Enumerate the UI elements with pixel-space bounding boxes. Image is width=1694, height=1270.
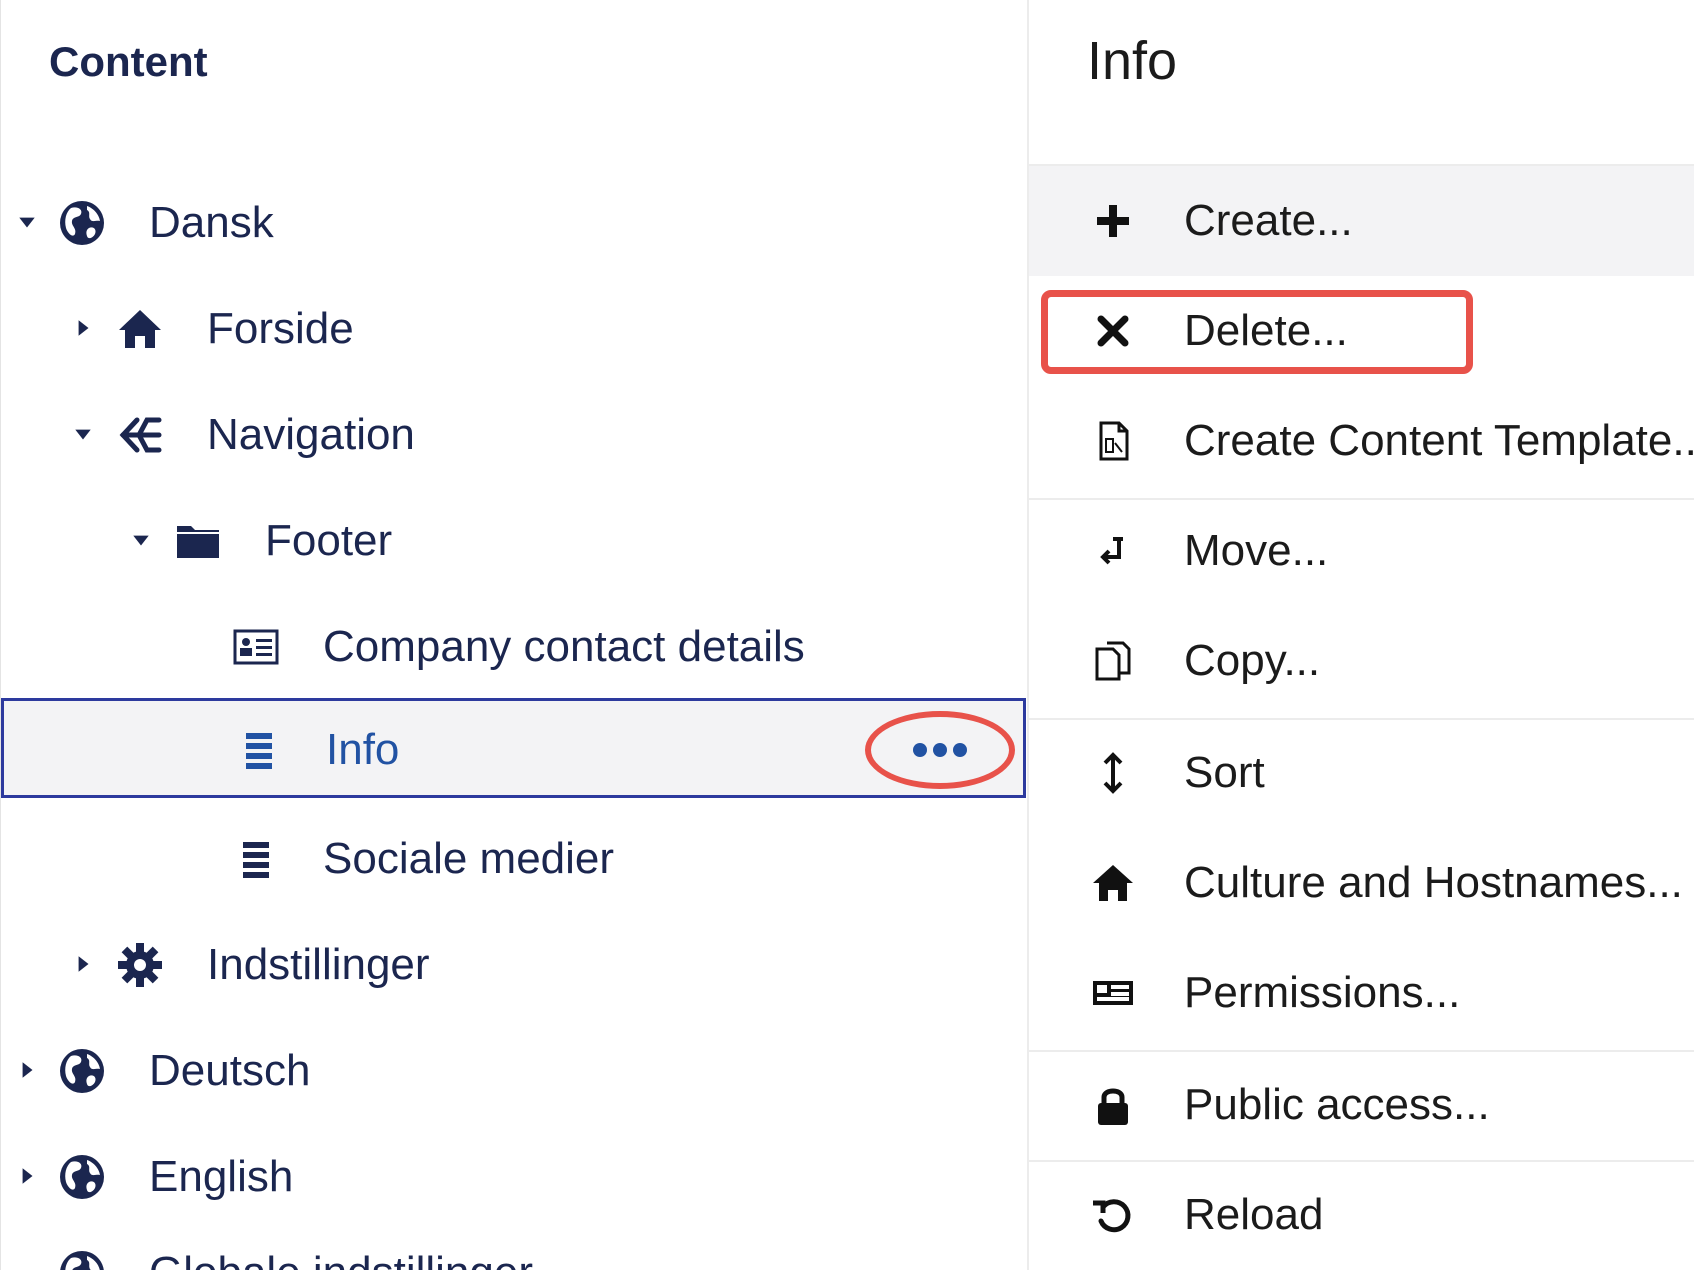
action-label: Move... bbox=[1184, 526, 1329, 575]
tree-item-label: Navigation bbox=[207, 410, 415, 459]
tree-item-navigation[interactable]: Navigation bbox=[1, 384, 1026, 484]
tree-item-info[interactable]: Info bbox=[1, 698, 1026, 798]
action-permissions[interactable]: Permissions... bbox=[1029, 938, 1694, 1048]
tree-item-sociale-medier[interactable]: Sociale medier bbox=[1, 808, 1026, 908]
tree-item-label: English bbox=[149, 1152, 294, 1201]
tree-item-footer[interactable]: Footer bbox=[1, 490, 1026, 590]
list-icon bbox=[229, 832, 283, 886]
caret-down-icon[interactable] bbox=[69, 420, 97, 448]
tree-item-forside[interactable]: Forside bbox=[1, 278, 1026, 378]
action-label: Permissions... bbox=[1184, 968, 1461, 1017]
permissions-icon bbox=[1089, 969, 1137, 1017]
action-create-content-template[interactable]: Create Content Template... bbox=[1029, 386, 1694, 496]
action-move[interactable]: Move... bbox=[1029, 496, 1694, 606]
action-label: Reload bbox=[1184, 1190, 1324, 1239]
tree-item-indstillinger[interactable]: Indstillinger bbox=[1, 914, 1026, 1014]
more-actions-button[interactable] bbox=[865, 711, 1015, 789]
caret-right-icon[interactable] bbox=[13, 1162, 41, 1190]
copy-icon bbox=[1089, 637, 1137, 685]
tree-item-label: Deutsch bbox=[149, 1046, 311, 1095]
globe-icon bbox=[55, 1150, 109, 1204]
ellipsis-icon bbox=[913, 743, 967, 757]
action-label: Culture and Hostnames... bbox=[1184, 858, 1683, 907]
content-tree-panel: Content Dansk Forside Navigation Footer … bbox=[0, 0, 1027, 1270]
move-icon bbox=[1089, 527, 1137, 575]
action-reload[interactable]: Reload bbox=[1029, 1160, 1694, 1270]
actions-panel: Info Create... Delete... Create Content … bbox=[1027, 0, 1694, 1270]
globe-icon bbox=[55, 196, 109, 250]
action-label: Public access... bbox=[1184, 1080, 1490, 1129]
action-public-access[interactable]: Public access... bbox=[1029, 1050, 1694, 1160]
contact-card-icon bbox=[229, 620, 283, 674]
tree-item-label: Dansk bbox=[149, 198, 274, 247]
globe-icon bbox=[55, 1044, 109, 1098]
action-sort[interactable]: Sort bbox=[1029, 718, 1694, 828]
caret-down-icon[interactable] bbox=[127, 526, 155, 554]
tree-item-label: Info bbox=[326, 725, 400, 774]
home-icon bbox=[113, 302, 167, 356]
tree-item-label: Footer bbox=[265, 516, 393, 565]
folder-icon bbox=[171, 514, 225, 568]
tree-item-deutsch[interactable]: Deutsch bbox=[1, 1020, 1026, 1120]
action-label: Sort bbox=[1184, 748, 1265, 797]
tree-item-label: Indstillinger bbox=[207, 940, 430, 989]
tree-title: Content bbox=[49, 38, 208, 85]
tree-item-company-contact-details[interactable]: Company contact details bbox=[1, 596, 1026, 696]
action-copy[interactable]: Copy... bbox=[1029, 606, 1694, 716]
tree-item-label: Company contact details bbox=[323, 622, 805, 671]
action-culture-and-hostnames[interactable]: Culture and Hostnames... bbox=[1029, 828, 1694, 938]
sitemap-icon bbox=[113, 408, 167, 462]
gear-icon bbox=[113, 938, 167, 992]
sort-icon bbox=[1089, 749, 1137, 797]
annotation-highlight bbox=[1041, 290, 1473, 374]
lock-icon bbox=[1089, 1081, 1137, 1129]
caret-down-icon[interactable] bbox=[13, 208, 41, 236]
document-icon bbox=[1089, 417, 1137, 465]
plus-icon bbox=[1089, 197, 1137, 245]
globe-icon bbox=[55, 1246, 109, 1270]
tree-item-dansk[interactable]: Dansk bbox=[1, 172, 1026, 272]
reload-icon bbox=[1089, 1191, 1137, 1239]
caret-right-icon[interactable] bbox=[69, 950, 97, 978]
actions-title: Info bbox=[1087, 31, 1178, 91]
action-create[interactable]: Create... bbox=[1029, 166, 1694, 276]
list-icon bbox=[232, 723, 286, 777]
action-label: Create... bbox=[1184, 196, 1353, 245]
tree-item-label: Forside bbox=[207, 304, 354, 353]
caret-right-icon[interactable] bbox=[69, 314, 97, 342]
home-icon bbox=[1089, 859, 1137, 907]
tree-item-globale-indstillinger[interactable]: Globale indstillinger bbox=[1, 1222, 1026, 1270]
caret-right-icon[interactable] bbox=[13, 1056, 41, 1084]
tree-item-label: Globale indstillinger bbox=[149, 1246, 533, 1270]
tree-item-label: Sociale medier bbox=[323, 834, 615, 883]
tree-item-english[interactable]: English bbox=[1, 1126, 1026, 1226]
action-label: Create Content Template... bbox=[1184, 416, 1694, 465]
action-label: Copy... bbox=[1184, 636, 1321, 685]
